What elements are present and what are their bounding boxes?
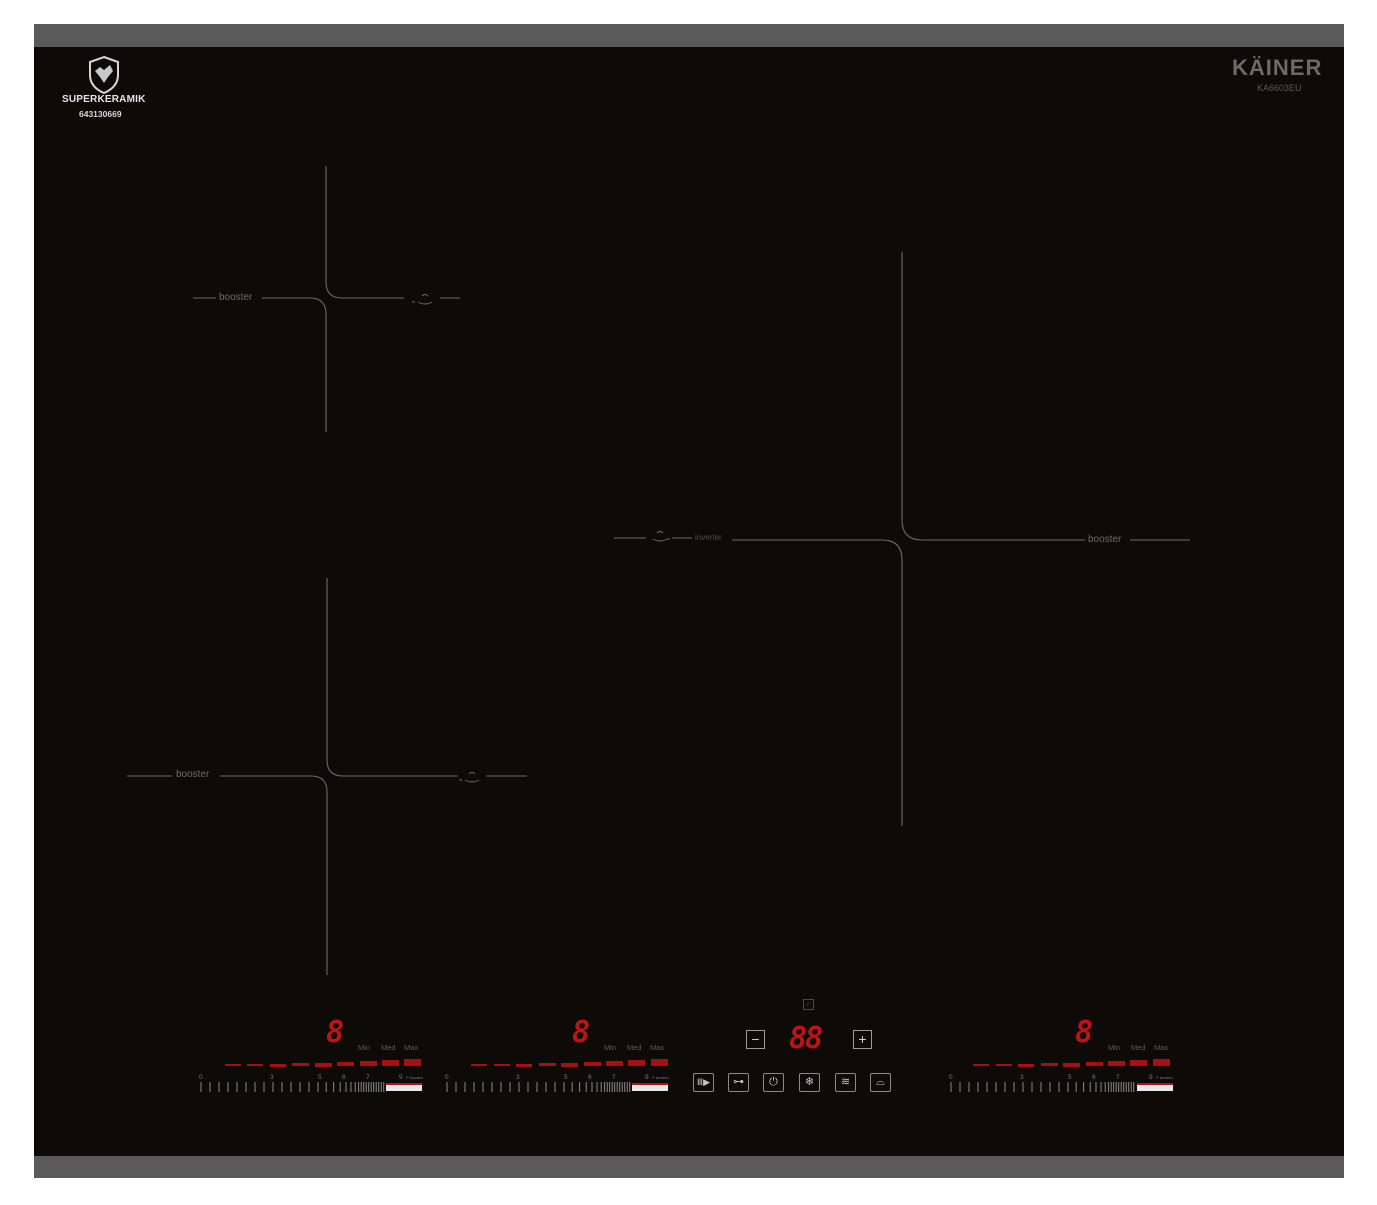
pot-icon	[412, 294, 433, 305]
keep-warm-button[interactable]: ≋	[835, 1073, 856, 1092]
slider-1-min-label: Min	[358, 1043, 371, 1052]
lock-indicator-icon: ✓	[803, 999, 814, 1010]
pot-icon	[459, 772, 480, 783]
defrost-icon: ❄	[804, 1076, 815, 1088]
slider-3-med-label: Med	[1131, 1043, 1146, 1052]
slider-3-max-label: Max	[1154, 1043, 1169, 1052]
key-lock-button[interactable]: ⊶	[728, 1073, 749, 1092]
zone-r-inverter-label: inverter	[695, 533, 722, 542]
zone-markings	[127, 166, 1190, 1092]
pause-button[interactable]: Ⅲ▶	[693, 1073, 714, 1092]
zone-2-power-display: 8	[572, 1015, 591, 1050]
zone-1-power-slider[interactable]	[198, 1080, 423, 1094]
power-icon: ⏻	[769, 1076, 778, 1088]
zone-3-power-display: 8	[1075, 1015, 1094, 1050]
pot-icon	[652, 531, 670, 542]
slider-2-med-label: Med	[627, 1043, 642, 1052]
defrost-button[interactable]: ❄	[799, 1073, 820, 1092]
zone-2-power-slider[interactable]	[444, 1080, 669, 1094]
pause-icon: Ⅲ▶	[696, 1077, 711, 1087]
zone-1-power-display: 8	[326, 1015, 345, 1050]
power-button[interactable]: ⏻	[763, 1073, 784, 1092]
pan-icon: ⌓	[876, 1076, 885, 1088]
keep-warm-icon: ≋	[840, 1076, 851, 1088]
slider-1-med-label: Med	[381, 1043, 396, 1052]
zone-r-booster-label: booster	[1088, 534, 1122, 545]
slider-3-min-label: Min	[1108, 1043, 1121, 1052]
timer-display: 88	[789, 1021, 823, 1056]
zone-tl-booster-label: booster	[219, 292, 253, 303]
zone-bl-booster-label: booster	[176, 769, 210, 780]
timer-plus-button[interactable]: +	[853, 1030, 872, 1049]
pan-function-button[interactable]: ⌓	[870, 1073, 891, 1092]
slider-2-min-label: Min	[604, 1043, 617, 1052]
zone-3-power-slider[interactable]	[948, 1080, 1173, 1094]
timer-minus-button[interactable]: −	[746, 1030, 765, 1049]
slider-2-max-label: Max	[650, 1043, 665, 1052]
slider-1-max-label: Max	[404, 1043, 419, 1052]
key-lock-icon: ⊶	[733, 1076, 744, 1088]
